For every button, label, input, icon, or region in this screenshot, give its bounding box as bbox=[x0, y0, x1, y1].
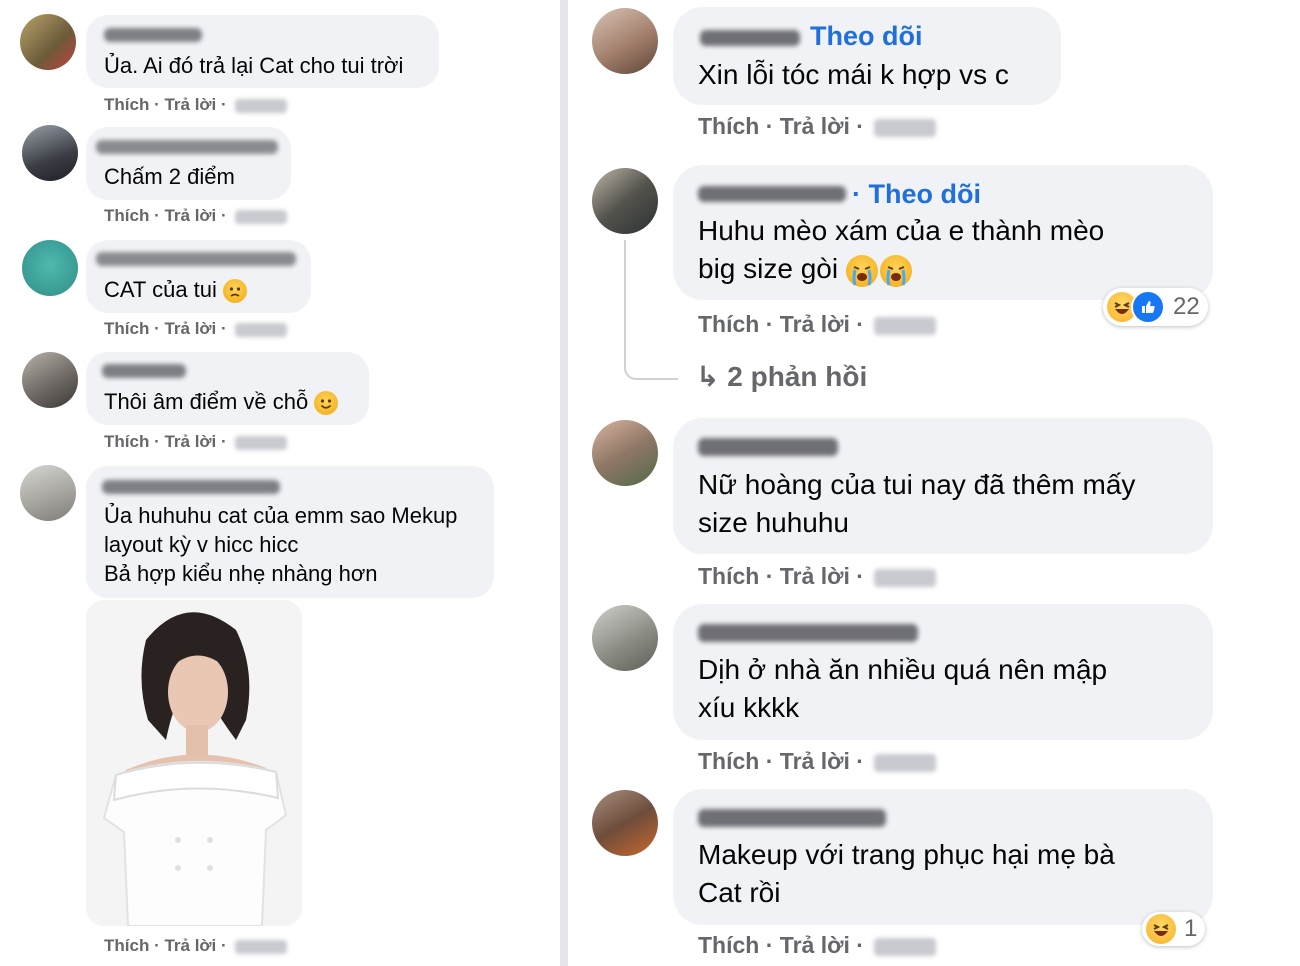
like-link[interactable]: Thích bbox=[698, 113, 759, 139]
author-name-blurred[interactable] bbox=[102, 480, 280, 494]
timestamp-blurred[interactable] bbox=[874, 937, 937, 956]
comment-text: Ủa huhuhu cat của emm sao Mekup layout k… bbox=[104, 503, 458, 586]
author-name-blurred[interactable] bbox=[104, 28, 202, 42]
comment-text: Xin lỗi tóc mái k hợp vs c bbox=[698, 59, 1009, 90]
author-name-blurred[interactable] bbox=[96, 140, 278, 154]
timestamp-blurred[interactable] bbox=[874, 118, 937, 137]
reply-link[interactable]: Trả lời bbox=[780, 113, 850, 139]
reply-link[interactable]: Trả lời bbox=[164, 432, 216, 451]
like-link[interactable]: Thích bbox=[698, 748, 759, 774]
avatar[interactable] bbox=[592, 605, 658, 671]
reaction-summary[interactable]: 22 bbox=[1103, 288, 1208, 326]
timestamp-blurred[interactable] bbox=[235, 322, 288, 337]
author-name-blurred[interactable] bbox=[698, 624, 918, 642]
timestamp-blurred[interactable] bbox=[874, 316, 937, 335]
comment-text: Thôi âm điểm về chỗ bbox=[104, 387, 339, 416]
smile-face-icon bbox=[314, 391, 339, 416]
avatar[interactable] bbox=[592, 8, 658, 74]
reply-link[interactable]: Trả lời bbox=[164, 319, 216, 338]
reply-link[interactable]: Trả lời bbox=[164, 206, 216, 225]
reply-link[interactable]: Trả lời bbox=[780, 932, 850, 958]
comment-actions: Thích · Trả lời · bbox=[698, 563, 937, 590]
author-name-blurred[interactable] bbox=[96, 252, 296, 266]
reply-link[interactable]: Trả lời bbox=[164, 936, 216, 955]
author-name-blurred[interactable] bbox=[698, 809, 886, 827]
comment-actions: Thích · Trả lời · bbox=[104, 432, 288, 452]
avatar[interactable] bbox=[20, 14, 76, 70]
like-link[interactable]: Thích bbox=[698, 563, 759, 589]
reply-arrow-icon: ↳ bbox=[696, 361, 720, 392]
timestamp-blurred[interactable] bbox=[874, 753, 937, 772]
comment-actions: Thích · Trả lời · bbox=[104, 206, 288, 226]
reply-link[interactable]: Trả lời bbox=[780, 563, 850, 589]
author-name-blurred[interactable] bbox=[698, 438, 838, 456]
avatar[interactable] bbox=[20, 465, 76, 521]
column-divider bbox=[560, 0, 568, 966]
like-link[interactable]: Thích bbox=[104, 432, 149, 451]
woman-in-white-dress-image bbox=[86, 600, 302, 926]
comment-actions: Thích · Trả lời · bbox=[698, 113, 937, 140]
timestamp-blurred[interactable] bbox=[235, 435, 288, 450]
crying-face-icon bbox=[845, 254, 878, 287]
comment-text: Chấm 2 điểm bbox=[104, 164, 235, 189]
avatar[interactable] bbox=[22, 352, 78, 408]
comment-text: Makeup với trang phục hại mẹ bà Cat rồi bbox=[698, 839, 1115, 908]
author-name-blurred[interactable] bbox=[700, 30, 800, 46]
author-name-blurred[interactable] bbox=[698, 186, 846, 202]
comment-actions: Thích · Trả lời · bbox=[698, 932, 937, 959]
avatar[interactable] bbox=[592, 790, 658, 856]
like-link[interactable]: Thích bbox=[104, 95, 149, 114]
timestamp-blurred[interactable] bbox=[235, 98, 288, 113]
comment-actions: Thích · Trả lời · bbox=[104, 95, 288, 115]
crying-face-icon bbox=[879, 254, 912, 287]
reply-thread-line bbox=[624, 240, 678, 380]
comment-actions: Thích · Trả lời · bbox=[104, 319, 288, 339]
timestamp-blurred[interactable] bbox=[235, 209, 288, 224]
left-comment-panel: Ủa. Ai đó trả lại Cat cho tui trời Thích… bbox=[0, 0, 560, 966]
comment-text: Ủa. Ai đó trả lại Cat cho tui trời bbox=[104, 53, 404, 78]
reply-link[interactable]: Trả lời bbox=[780, 748, 850, 774]
comment-text: Dịh ở nhà ăn nhiều quá nên mập xíu kkkk bbox=[698, 654, 1108, 723]
comment-actions: Thích · Trả lời · bbox=[698, 748, 937, 775]
view-replies-link[interactable]: ↳ 2 phản hồi bbox=[696, 360, 867, 393]
like-link[interactable]: Thích bbox=[698, 311, 759, 337]
timestamp-blurred[interactable] bbox=[235, 939, 288, 954]
reply-link[interactable]: Trả lời bbox=[164, 95, 216, 114]
avatar[interactable] bbox=[22, 240, 78, 296]
comment-text: CAT của tui bbox=[104, 275, 248, 304]
haha-icon bbox=[1146, 914, 1176, 944]
like-link[interactable]: Thích bbox=[698, 932, 759, 958]
avatar[interactable] bbox=[592, 168, 658, 234]
timestamp-blurred[interactable] bbox=[874, 568, 937, 587]
right-comment-panel: Theo dõi Xin lỗi tóc mái k hợp vs c Thíc… bbox=[568, 0, 1300, 966]
like-link[interactable]: Thích bbox=[104, 936, 149, 955]
comment-actions: Thích · Trả lời · bbox=[698, 311, 937, 338]
author-name-blurred[interactable] bbox=[102, 364, 186, 378]
follow-link[interactable]: · Theo dõi bbox=[852, 179, 981, 210]
avatar[interactable] bbox=[592, 420, 658, 486]
avatar[interactable] bbox=[22, 125, 78, 181]
like-link[interactable]: Thích bbox=[104, 206, 149, 225]
reaction-count: 22 bbox=[1173, 293, 1200, 320]
like-link[interactable]: Thích bbox=[104, 319, 149, 338]
comment-text: Nữ hoàng của tui nay đã thêm mấy size hu… bbox=[698, 469, 1136, 538]
reaction-summary[interactable]: 1 bbox=[1142, 912, 1206, 946]
reply-link[interactable]: Trả lời bbox=[780, 311, 850, 337]
comment-actions: Thích · Trả lời · bbox=[104, 936, 288, 956]
comment-text: Huhu mèo xám của e thành mèo big size gò… bbox=[698, 212, 1104, 288]
follow-link[interactable]: Theo dõi bbox=[810, 21, 922, 52]
like-icon bbox=[1131, 290, 1165, 324]
comment-photo[interactable] bbox=[86, 600, 302, 926]
sad-face-icon bbox=[223, 279, 248, 304]
reaction-count: 1 bbox=[1184, 915, 1198, 942]
